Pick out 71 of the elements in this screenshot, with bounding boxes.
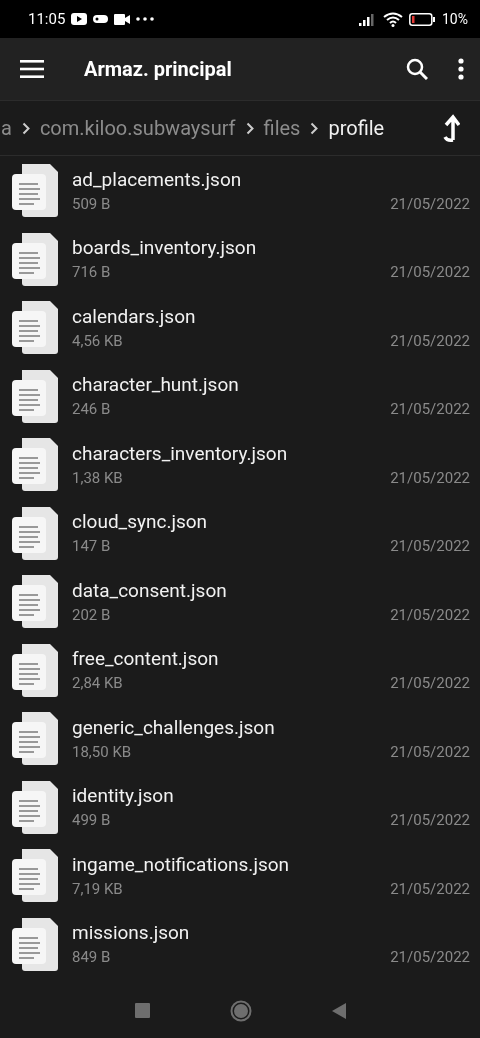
file-name: character_hunt.json	[72, 373, 240, 397]
file-size: 202 B	[72, 605, 111, 624]
document-icon	[10, 367, 60, 424]
file-date: 21/05/2022	[390, 263, 470, 282]
document-icon	[10, 299, 60, 356]
play-icon	[71, 13, 88, 25]
home-icon[interactable]	[229, 999, 252, 1022]
file-name: boards_inventory.json	[72, 236, 258, 260]
file-name: ingame_notifications.json	[72, 852, 291, 876]
breadcrumb-item[interactable]: a	[1, 116, 12, 140]
file-date: 21/05/2022	[390, 811, 470, 830]
file-date: 21/05/2022	[390, 194, 470, 213]
file-size: 18,50 KB	[72, 742, 132, 761]
back-icon[interactable]	[331, 1002, 346, 1019]
file-size: 716 B	[72, 263, 111, 282]
app-title: Armaz. principal	[84, 57, 233, 81]
file-size: 147 B	[72, 537, 111, 556]
video-camera-icon	[114, 13, 131, 25]
document-icon	[10, 230, 60, 287]
file-size: 2,84 KB	[72, 674, 123, 693]
document-icon	[10, 162, 60, 219]
chevron-right-icon	[21, 121, 30, 135]
recent-apps-icon[interactable]	[134, 1003, 150, 1018]
file-name: characters_inventory.json	[72, 441, 289, 465]
file-date: 21/05/2022	[390, 537, 470, 556]
file-name: ad_placements.json	[72, 167, 243, 191]
file-date: 21/05/2022	[390, 674, 470, 693]
file-name: cloud_sync.json	[72, 510, 209, 534]
document-icon	[10, 641, 60, 698]
battery-percentage: 10%	[442, 11, 468, 27]
file-date: 21/05/2022	[390, 331, 470, 350]
file-size: 246 B	[72, 400, 111, 419]
file-size: 509 B	[72, 194, 111, 213]
breadcrumb-item[interactable]: files	[263, 116, 301, 140]
chevron-right-icon	[245, 121, 254, 135]
chevron-right-icon	[310, 121, 319, 135]
battery-icon	[409, 12, 436, 26]
breadcrumb-item[interactable]: com.kiloo.subwaysurf	[39, 116, 236, 140]
file-name: calendars.json	[72, 304, 197, 328]
file-date: 21/05/2022	[390, 948, 470, 967]
wifi-icon	[383, 11, 403, 27]
file-name: data_consent.json	[72, 578, 228, 602]
file-name: identity.json	[72, 784, 175, 808]
file-size: 7,19 KB	[72, 879, 123, 898]
breadcrumb-item[interactable]: profile	[328, 116, 385, 140]
file-date: 21/05/2022	[390, 400, 470, 419]
file-date: 21/05/2022	[390, 879, 470, 898]
file-name: free_content.json	[72, 647, 220, 671]
signal-icon	[359, 12, 377, 26]
gamepad-icon	[93, 13, 109, 25]
search-icon[interactable]	[406, 58, 428, 80]
clock: 11:05	[28, 10, 66, 28]
file-size: 499 B	[72, 811, 111, 830]
file-size: 1,38 KB	[72, 468, 123, 487]
file-size: 4,56 KB	[72, 331, 123, 350]
file-date: 21/05/2022	[390, 605, 470, 624]
file-date: 21/05/2022	[390, 468, 470, 487]
file-size: 849 B	[72, 948, 111, 967]
file-name: generic_challenges.json	[72, 715, 276, 739]
more-notifications-icon	[136, 17, 155, 21]
document-icon	[10, 504, 60, 561]
document-icon	[10, 436, 60, 493]
document-icon	[10, 915, 60, 972]
document-icon	[10, 847, 60, 904]
file-name: missions.json	[72, 921, 191, 945]
document-icon	[10, 573, 60, 630]
document-icon	[10, 778, 60, 835]
more-options-icon[interactable]	[458, 58, 464, 80]
file-date: 21/05/2022	[390, 742, 470, 761]
menu-icon[interactable]	[20, 60, 44, 78]
document-icon	[10, 710, 60, 767]
